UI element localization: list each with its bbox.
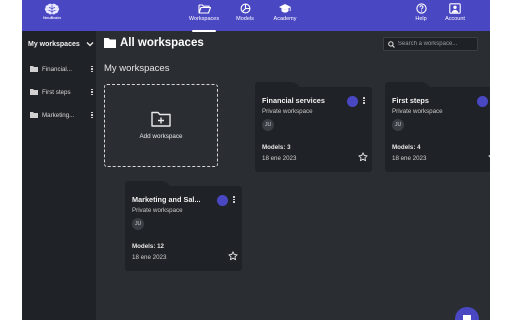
nav-workspaces-label: Workspaces <box>188 16 220 22</box>
workspace-date: 18 ene 2023 <box>262 155 297 162</box>
search-input[interactable] <box>397 41 477 47</box>
add-workspace-card[interactable]: Add workspace <box>104 84 218 167</box>
folder-icon <box>30 66 38 72</box>
sidebar-item-label: First steps <box>42 88 71 96</box>
section-title: My workspaces <box>104 63 170 74</box>
workspace-color-dot <box>477 96 488 107</box>
add-workspace-label: Add workspace <box>139 133 183 140</box>
workspace-models-count: Models: 3 <box>262 144 291 151</box>
sidebar-item-first-steps[interactable]: First steps <box>26 84 94 100</box>
workspace-type: Private workspace <box>392 108 443 115</box>
logo[interactable]: NeuBrain <box>40 3 64 27</box>
logo-text: NeuBrain <box>43 15 61 20</box>
graduation-cap-icon <box>279 4 291 13</box>
star-icon[interactable] <box>488 152 490 162</box>
avatar: JU <box>392 119 404 131</box>
more-options-icon[interactable] <box>90 88 94 96</box>
card-tab <box>255 82 301 88</box>
chevron-down-icon <box>86 42 94 47</box>
main-content: All workspaces My workspaces Add workspa… <box>96 31 490 320</box>
chat-bubble-icon <box>463 315 471 320</box>
avatar: JU <box>262 119 274 131</box>
account-button[interactable]: Account <box>441 3 469 29</box>
nav-workspaces[interactable]: Workspaces <box>188 3 220 32</box>
nav-academy-label: Academy <box>273 16 297 22</box>
pie-chart-icon <box>240 3 250 14</box>
account-label: Account <box>445 16 465 22</box>
nav-academy[interactable]: Academy <box>270 3 300 29</box>
folder-icon <box>30 112 38 118</box>
star-icon[interactable] <box>228 251 238 261</box>
help-button[interactable]: Help <box>412 3 430 29</box>
help-circle-icon <box>415 3 427 14</box>
nav-models-label: Models <box>236 16 254 22</box>
account-icon <box>449 3 461 14</box>
sidebar-item-label: Marketing... <box>42 111 75 119</box>
search-box[interactable] <box>383 37 478 51</box>
workspace-card-first-steps[interactable]: First steps Private workspace JU Models:… <box>385 82 490 172</box>
help-label: Help <box>415 16 427 22</box>
workspace-name: Marketing and Sal... <box>132 195 201 204</box>
workspace-card-financial-services[interactable]: Financial services Private workspace JU … <box>255 82 372 172</box>
avatar: JU <box>132 218 144 230</box>
workspace-models-count: Models: 12 <box>132 243 164 250</box>
folder-icon <box>30 89 38 95</box>
workspace-name: Financial services <box>262 96 325 105</box>
more-options-icon[interactable] <box>362 97 366 104</box>
more-options-icon[interactable] <box>232 196 236 203</box>
card-tab <box>385 82 431 88</box>
more-options-icon[interactable] <box>90 65 94 73</box>
page-header: All workspaces <box>104 37 204 49</box>
folder-plus-icon <box>151 111 171 127</box>
folder-open-icon <box>197 4 211 14</box>
folder-icon <box>104 38 116 48</box>
sidebar-item-marketing[interactable]: Marketing... <box>26 107 94 123</box>
nav-models[interactable]: Models <box>231 3 259 29</box>
sidebar-header[interactable]: My workspaces <box>28 38 94 50</box>
page-title: All workspaces <box>120 37 204 49</box>
workspace-color-dot <box>217 195 228 206</box>
workspace-type: Private workspace <box>262 108 313 115</box>
workspace-color-dot <box>347 96 358 107</box>
sidebar: My workspaces Financial... First steps M… <box>22 31 96 320</box>
workspace-date: 18 ene 2023 <box>132 254 167 261</box>
app-window: NeuBrain Workspaces Models Academy Help … <box>22 0 490 320</box>
search-icon <box>388 40 395 48</box>
workspace-models-count: Models: 4 <box>392 144 421 151</box>
workspace-type: Private workspace <box>132 207 183 214</box>
sidebar-header-label: My workspaces <box>28 40 80 48</box>
workspace-card-marketing[interactable]: Marketing and Sal... Private workspace J… <box>125 181 242 271</box>
more-options-icon[interactable] <box>90 111 94 119</box>
star-icon[interactable] <box>358 152 368 162</box>
workspace-name: First steps <box>392 96 429 105</box>
sidebar-item-label: Financial... <box>42 65 72 73</box>
sidebar-item-financial[interactable]: Financial... <box>26 61 94 77</box>
card-tab <box>125 181 171 187</box>
workspace-date: 18 ene 2023 <box>392 155 427 162</box>
top-nav-bar: NeuBrain Workspaces Models Academy Help … <box>22 0 490 32</box>
